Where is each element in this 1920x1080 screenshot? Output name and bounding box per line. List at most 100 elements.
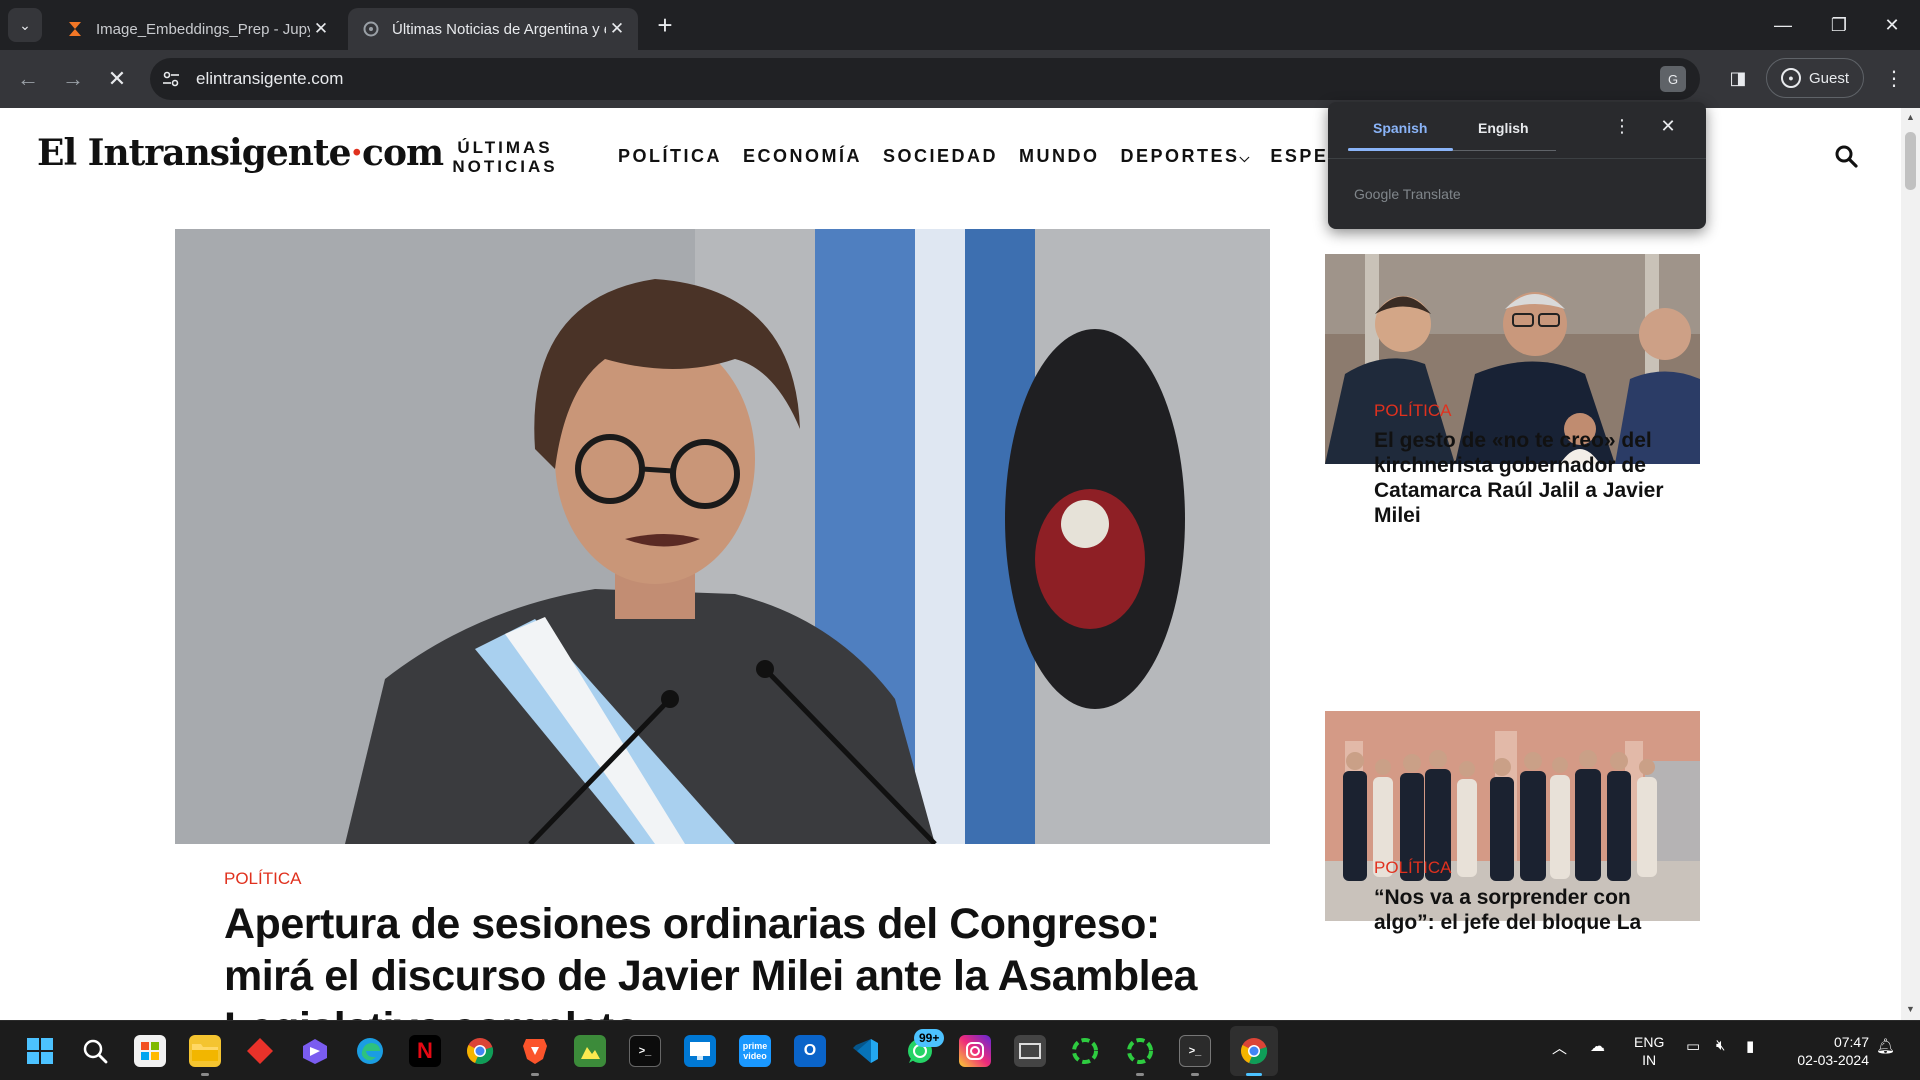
- address-bar[interactable]: elintransigente.com G: [150, 58, 1700, 100]
- nav-deportes-label: DEPORTES: [1120, 146, 1240, 166]
- cloud-icon[interactable]: ☁: [1590, 1037, 1605, 1055]
- tab-jupyter[interactable]: Image_Embeddings_Prep - Jupyter ✕: [52, 8, 342, 50]
- app-red-diamond-icon[interactable]: [244, 1035, 276, 1067]
- site-logo[interactable]: El Intransigente·com: [37, 132, 444, 174]
- translate-tab-spanish[interactable]: Spanish: [1373, 120, 1427, 136]
- hero-headline[interactable]: Apertura de sesiones ordinarias del Cong…: [224, 898, 1254, 1020]
- close-icon[interactable]: ✕: [606, 18, 628, 40]
- main-nav: POLÍTICA ECONOMÍA SOCIEDAD MUNDO DEPORTE…: [618, 146, 1349, 167]
- tab-title: Últimas Noticias de Argentina y el Mundo: [392, 20, 606, 38]
- taskbar: N >_ prime video O 99+ >_ ︿ ☁ ENG IN ▭ 🔇︎…: [0, 1020, 1920, 1080]
- tune-icon: [163, 71, 179, 87]
- running-indicator: [531, 1073, 539, 1076]
- profile-button[interactable]: ● Guest: [1766, 58, 1864, 98]
- new-tab-button[interactable]: +: [650, 10, 680, 40]
- close-icon[interactable]: ✕: [310, 18, 332, 40]
- close-window-button[interactable]: ✕: [1864, 0, 1920, 50]
- side-panel-icon: ◨: [1729, 67, 1747, 88]
- chrome-icon[interactable]: [464, 1035, 496, 1067]
- back-button[interactable]: ←: [10, 61, 46, 97]
- site-info-button[interactable]: [150, 58, 192, 100]
- side-article-headline[interactable]: El gesto de «no te creo» del kirchnerist…: [1374, 428, 1664, 528]
- battery-icon[interactable]: ▮: [1746, 1037, 1754, 1055]
- app-blue-icon[interactable]: [684, 1035, 716, 1067]
- chevron-down-icon: ⌵: [1239, 150, 1250, 165]
- store-icon[interactable]: [134, 1035, 166, 1067]
- browser-menu-button[interactable]: ⋮: [1878, 62, 1910, 94]
- loading-circle-icon[interactable]: [1124, 1035, 1156, 1067]
- hero-article-image[interactable]: [175, 229, 1270, 844]
- tab-el-intransigente[interactable]: Últimas Noticias de Argentina y el Mundo…: [348, 8, 638, 50]
- logo-suffix: com: [362, 132, 444, 174]
- notification-bell-icon[interactable]: 🔔︎: [1876, 1037, 1895, 1055]
- translate-tab-indicator: [1348, 148, 1453, 151]
- profile-label: Guest: [1808, 69, 1850, 87]
- stop-loading-button[interactable]: ✕: [99, 61, 135, 97]
- search-icon[interactable]: [1834, 144, 1858, 168]
- arrow-left-icon: ←: [17, 66, 39, 91]
- nav-politica[interactable]: POLÍTICA: [618, 146, 722, 167]
- ultimas-noticias-link[interactable]: ÚLTIMAS NOTICIAS: [450, 138, 560, 176]
- more-vert-icon[interactable]: ⋮: [1610, 116, 1634, 140]
- translate-brand: Google Translate: [1354, 186, 1461, 202]
- forward-button[interactable]: →: [55, 61, 91, 97]
- running-indicator: [201, 1073, 209, 1076]
- ultimas-line1: ÚLTIMAS: [457, 138, 553, 157]
- instagram-icon[interactable]: [959, 1035, 991, 1067]
- lang-line1: ENG: [1634, 1034, 1665, 1050]
- close-icon: ✕: [107, 66, 127, 91]
- nav-deportes[interactable]: DEPORTES⌵: [1121, 146, 1250, 167]
- more-vert-icon: ⋮: [1884, 67, 1904, 90]
- arrow-right-icon: →: [62, 66, 84, 91]
- chrome-icon[interactable]: [1238, 1035, 1270, 1067]
- prime-video-icon[interactable]: prime video: [739, 1035, 771, 1067]
- chevron-up-icon[interactable]: ︿: [1552, 1037, 1567, 1058]
- clock-time: 07:47: [1833, 1034, 1869, 1050]
- restore-button[interactable]: ❐: [1811, 0, 1867, 50]
- network-icon[interactable]: ▭: [1686, 1037, 1700, 1055]
- language-indicator[interactable]: ENG IN: [1634, 1033, 1664, 1069]
- translate-tab-english[interactable]: English: [1478, 120, 1529, 136]
- terminal-window-icon[interactable]: >_: [629, 1035, 661, 1067]
- loading-circle-icon[interactable]: [1069, 1035, 1101, 1067]
- app-gray-icon[interactable]: [1014, 1035, 1046, 1067]
- chevron-down-icon: ⌄: [19, 16, 31, 33]
- scrollbar-thumb[interactable]: [1905, 132, 1916, 190]
- whatsapp-badge: 99+: [914, 1029, 945, 1047]
- running-indicator: [1191, 1073, 1199, 1076]
- brave-icon[interactable]: [519, 1035, 551, 1067]
- site-icon: [362, 20, 380, 38]
- file-explorer-icon[interactable]: [189, 1035, 221, 1067]
- translate-icon[interactable]: G: [1660, 66, 1686, 92]
- search-icon[interactable]: [79, 1035, 111, 1067]
- browser-tab-strip: ⌄ Image_Embeddings_Prep - Jupyter ✕ Últi…: [0, 0, 1920, 50]
- clock[interactable]: 07:47 02-03-2024: [1785, 1033, 1869, 1069]
- translate-popup: Spanish English ⋮ ✕ Google Translate: [1328, 102, 1706, 229]
- terminal-icon[interactable]: >_: [1179, 1035, 1211, 1067]
- minimize-button[interactable]: —: [1755, 0, 1811, 50]
- tab-title: Image_Embeddings_Prep - Jupyter: [96, 20, 310, 38]
- side-panel-button[interactable]: ◨: [1722, 62, 1754, 94]
- tab-search-button[interactable]: ⌄: [8, 8, 42, 42]
- vscode-icon[interactable]: [849, 1035, 881, 1067]
- close-icon[interactable]: ✕: [1656, 116, 1680, 140]
- nav-economia[interactable]: ECONOMÍA: [743, 146, 862, 167]
- netflix-icon[interactable]: N: [409, 1035, 441, 1067]
- nav-espectaculos[interactable]: ESPE: [1270, 146, 1328, 167]
- app-green-icon[interactable]: [574, 1035, 606, 1067]
- scroll-up-icon[interactable]: ▲: [1905, 112, 1916, 124]
- page-scrollbar[interactable]: ▲ ▼: [1901, 108, 1920, 1020]
- windows-start-icon[interactable]: [24, 1035, 56, 1067]
- edge-icon[interactable]: [354, 1035, 386, 1067]
- clock-date: 02-03-2024: [1797, 1052, 1869, 1068]
- volume-muted-icon[interactable]: 🔇︎: [1716, 1037, 1725, 1054]
- nav-mundo[interactable]: MUNDO: [1019, 146, 1100, 167]
- side-article-category[interactable]: POLÍTICA: [1374, 401, 1451, 421]
- copilot-icon[interactable]: [299, 1035, 331, 1067]
- scroll-down-icon[interactable]: ▼: [1905, 1004, 1916, 1016]
- hero-category[interactable]: POLÍTICA: [224, 869, 301, 889]
- side-article-category[interactable]: POLÍTICA: [1374, 858, 1451, 878]
- outlook-icon[interactable]: O: [794, 1035, 826, 1067]
- side-article-headline[interactable]: “Nos va a sorprender con algo”: el jefe …: [1374, 885, 1664, 935]
- nav-sociedad[interactable]: SOCIEDAD: [883, 146, 998, 167]
